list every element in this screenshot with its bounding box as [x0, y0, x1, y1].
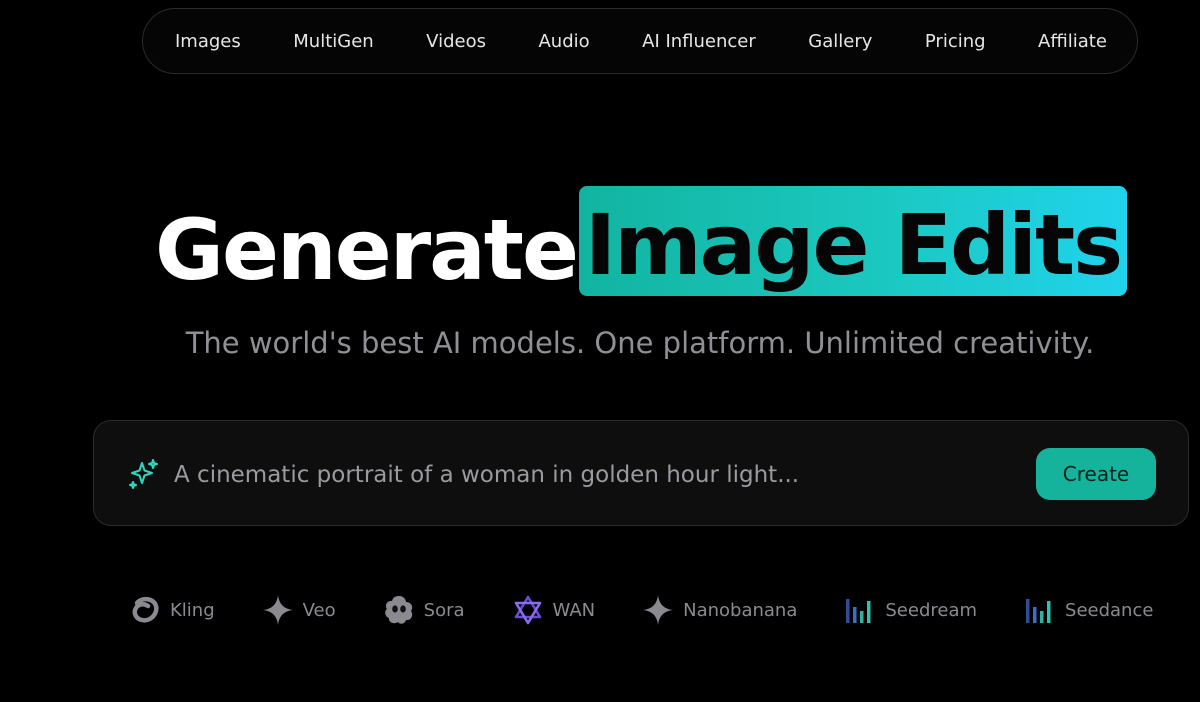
model-label-seedance: Seedance — [1065, 599, 1154, 621]
model-item-veo[interactable]: Veo — [261, 593, 336, 627]
model-item-seedream[interactable]: Seedream — [843, 593, 977, 627]
prompt-box: Create — [93, 420, 1189, 526]
model-label-nanobanana: Nanobanana — [683, 599, 798, 621]
seedream-bars-icon — [846, 599, 871, 623]
hero-title-prefix: Generate — [155, 201, 579, 299]
nav-item-multigen[interactable]: MultiGen — [293, 31, 373, 52]
model-label-veo: Veo — [302, 599, 336, 621]
hero-title: Generate Image Edits — [0, 186, 1200, 299]
nav-item-videos[interactable]: Videos — [426, 31, 486, 52]
veo-star-icon — [262, 595, 293, 625]
model-list: Kling Veo Sora WAN Nanobanana Seedream S… — [128, 590, 1168, 630]
nav-item-affiliate[interactable]: Affiliate — [1038, 31, 1107, 52]
page: Images MultiGen Videos Audio AI Influenc… — [0, 0, 1200, 702]
model-label-seedream: Seedream — [885, 599, 978, 621]
kling-logo-icon — [132, 596, 159, 623]
nav-item-pricing[interactable]: Pricing — [925, 31, 986, 52]
nanobanana-star-icon — [643, 595, 674, 625]
hero-title-highlight: Image Edits — [579, 186, 1127, 296]
model-item-kling[interactable]: Kling — [128, 593, 215, 627]
model-item-sora[interactable]: Sora — [382, 593, 465, 627]
model-label-kling: Kling — [170, 599, 215, 621]
hero-title-highlight-text: Image Edits — [584, 196, 1123, 294]
sora-logo-icon — [384, 596, 412, 624]
prompt-input[interactable] — [172, 453, 996, 497]
wan-logo-icon — [514, 595, 541, 625]
nav-item-ai-influencer[interactable]: AI Influencer — [642, 31, 756, 52]
hero-subtitle: The world's best AI models. One platform… — [185, 326, 1095, 360]
model-item-nanobanana[interactable]: Nanobanana — [641, 593, 797, 627]
sparkle-icon — [129, 459, 158, 489]
model-item-seedance[interactable]: Seedance — [1023, 593, 1153, 627]
model-label-sora: Sora — [423, 599, 465, 621]
nav-item-audio[interactable]: Audio — [538, 31, 589, 52]
create-button[interactable]: Create — [1036, 448, 1156, 500]
top-nav: Images MultiGen Videos Audio AI Influenc… — [142, 8, 1138, 74]
model-label-wan: WAN — [552, 599, 596, 621]
seedance-bars-icon — [1026, 599, 1051, 623]
nav-item-images[interactable]: Images — [175, 31, 241, 52]
nav-item-gallery[interactable]: Gallery — [808, 31, 872, 52]
model-item-wan[interactable]: WAN — [511, 593, 596, 627]
